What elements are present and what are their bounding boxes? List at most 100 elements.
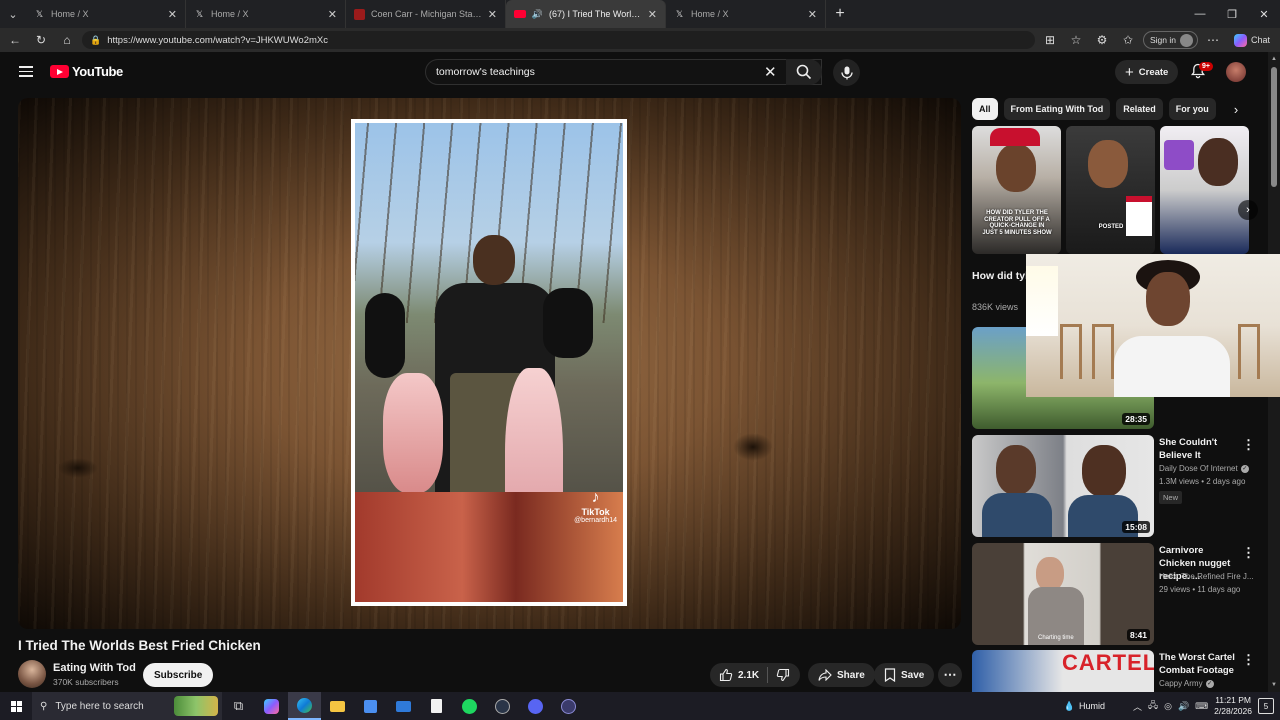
share-icon: [818, 669, 832, 681]
taskbar-search[interactable]: ⚲ Type here to search: [32, 692, 222, 720]
refresh-icon[interactable]: ↻: [30, 29, 52, 51]
mail-icon[interactable]: [387, 692, 420, 720]
chip-all[interactable]: All: [972, 98, 998, 120]
chip-for-you[interactable]: For you: [1168, 98, 1216, 120]
close-icon[interactable]: ✕: [328, 8, 337, 21]
file-explorer-icon[interactable]: [321, 692, 354, 720]
scroll-up-icon[interactable]: ▲: [1271, 56, 1277, 62]
chips-next-icon[interactable]: ›: [1226, 98, 1246, 120]
subscribe-button[interactable]: Subscribe: [143, 663, 214, 687]
favorite-star-icon[interactable]: ☆: [1065, 29, 1087, 51]
tab-4-active[interactable]: 🔊 (67) I Tried The Worlds Best Fr ✕: [506, 0, 666, 28]
tab-actions-menu-icon[interactable]: ⌄: [0, 0, 26, 28]
close-window-icon[interactable]: ✕: [1248, 0, 1280, 28]
url-field[interactable]: 🔒 https://www.youtube.com/watch?v=JHKWUW…: [82, 31, 1035, 49]
voice-search-button[interactable]: [833, 59, 860, 86]
discord-icon[interactable]: [519, 692, 552, 720]
video-player[interactable]: ♪ TikTok @bernardh14: [18, 98, 961, 629]
create-button[interactable]: + Create: [1115, 60, 1179, 84]
dislike-button[interactable]: [768, 668, 798, 682]
close-icon[interactable]: ✕: [488, 8, 497, 21]
channel-name: Daily Dose Of Internet: [1159, 464, 1238, 473]
channel-name[interactable]: Eating With Tod: [53, 662, 136, 674]
save-button[interactable]: Save: [874, 663, 935, 687]
new-tab-icon[interactable]: +: [826, 5, 854, 23]
video-thumbnail[interactable]: Charting time 8:41: [972, 543, 1154, 645]
video-thumbnail[interactable]: 15:08: [972, 435, 1154, 537]
recommended-video[interactable]: CARTEL The Worst Cartel Combat Footage C…: [972, 650, 1262, 692]
channel-row: Daily Dose Of Internet ✓: [1159, 464, 1249, 473]
tiktok-handle: @bernardh14: [574, 517, 617, 524]
shelf-next-icon[interactable]: ›: [1238, 200, 1258, 220]
close-icon[interactable]: ✕: [808, 8, 817, 21]
microsoft-store-icon[interactable]: [354, 692, 387, 720]
person-head: [473, 235, 515, 285]
app-icon[interactable]: [552, 692, 585, 720]
shelf-video-title[interactable]: How did tyle the creator: [972, 269, 1032, 284]
notification-center-icon[interactable]: 5: [1258, 698, 1274, 714]
copilot-taskbar-icon[interactable]: [255, 692, 288, 720]
close-icon[interactable]: ✕: [648, 8, 657, 21]
close-icon[interactable]: ✕: [168, 8, 177, 21]
shelf-thumbnail[interactable]: HOW DID TYLER THE CREATOR PULL OFF A QUI…: [972, 126, 1061, 254]
clear-search-icon[interactable]: ✕: [764, 63, 777, 81]
back-icon[interactable]: ←: [4, 29, 26, 51]
webcam-overlay: [1026, 254, 1280, 397]
channel-avatar[interactable]: [18, 660, 46, 688]
like-button[interactable]: 2.1K: [710, 667, 769, 683]
search-button[interactable]: [786, 59, 822, 85]
shelf-video-views: 836K views: [972, 302, 1019, 312]
recommended-video[interactable]: 15:08 She Couldn't Believe It Daily Dose…: [972, 435, 1262, 537]
scrollbar-thumb[interactable]: [1271, 67, 1277, 187]
weather-widget[interactable]: 💧 Humid: [1064, 701, 1105, 712]
new-badge: New: [1159, 491, 1183, 504]
scroll-down-icon[interactable]: ▼: [1271, 682, 1277, 688]
network-icon[interactable]: 🖧: [1148, 698, 1158, 714]
more-options-icon[interactable]: ⋮: [1242, 652, 1255, 668]
more-options-icon[interactable]: ⋮: [1242, 545, 1255, 561]
sign-in-button[interactable]: Sign in: [1142, 31, 1198, 49]
chip-related[interactable]: Related: [1116, 98, 1163, 120]
save-label: Save: [901, 669, 925, 681]
youtube-logo[interactable]: YouTube: [50, 64, 123, 79]
app-available-icon[interactable]: ⊞: [1039, 29, 1061, 51]
extensions-icon[interactable]: ⚙: [1091, 29, 1113, 51]
speaker-icon[interactable]: 🔊: [532, 9, 543, 20]
volume-icon[interactable]: 🔊: [1178, 701, 1189, 712]
more-options-icon[interactable]: ⋯: [1202, 29, 1224, 51]
copilot-chat-button[interactable]: Chat: [1228, 33, 1276, 47]
tab-1[interactable]: 𝕏 Home / X ✕: [26, 0, 186, 28]
tab-5[interactable]: 𝕏 Home / X ✕: [666, 0, 826, 28]
chip-from-channel[interactable]: From Eating With Tod: [1003, 98, 1111, 120]
menu-icon[interactable]: [19, 66, 33, 77]
share-button[interactable]: Share: [808, 663, 875, 687]
keyboard-icon[interactable]: ⌨: [1195, 701, 1208, 712]
shelf-thumbnail[interactable]: POSTED: [1066, 126, 1155, 254]
home-icon[interactable]: ⌂: [56, 29, 78, 51]
account-avatar[interactable]: [1226, 62, 1246, 82]
video-thumbnail[interactable]: CARTEL: [972, 650, 1154, 692]
task-view-icon[interactable]: ⧉: [222, 692, 255, 720]
spotify-icon[interactable]: [453, 692, 486, 720]
camera-icon[interactable]: ◎: [1164, 701, 1172, 712]
recommended-video[interactable]: Charting time 8:41 Carnivore Chicken nug…: [972, 543, 1262, 645]
edge-browser-icon[interactable]: [288, 692, 321, 720]
favorites-icon[interactable]: ✩: [1117, 29, 1139, 51]
minimize-icon[interactable]: —: [1184, 0, 1216, 28]
like-count: 2.1K: [738, 669, 760, 681]
clock[interactable]: 11:21 PM 2/28/2026: [1214, 695, 1252, 717]
shelf-thumbnail[interactable]: [1160, 126, 1249, 254]
restore-icon[interactable]: ❐: [1216, 0, 1248, 28]
show-hidden-icons-icon[interactable]: ︿: [1133, 700, 1142, 713]
more-options-icon[interactable]: ⋮: [1242, 437, 1255, 453]
steam-icon[interactable]: [486, 692, 519, 720]
more-actions-button[interactable]: ⋯: [938, 663, 962, 687]
glove-right: [543, 288, 593, 358]
tab-3[interactable]: Coen Carr - Michigan State Sparta ✕: [346, 0, 506, 28]
notepad-icon[interactable]: [420, 692, 453, 720]
wood-knot: [58, 458, 98, 478]
search-input[interactable]: tomorrow's teachings: [425, 59, 822, 85]
video-meta: 29 views • 11 days ago: [1159, 585, 1241, 594]
tab-2[interactable]: 𝕏 Home / X ✕: [186, 0, 346, 28]
start-button[interactable]: [0, 692, 32, 720]
